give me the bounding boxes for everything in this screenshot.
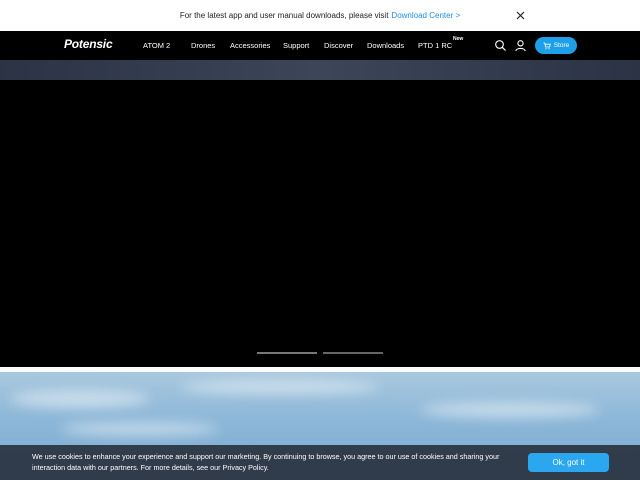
download-center-label: Download Center bbox=[391, 11, 454, 20]
cookie-banner: We use cookies to enhance your experienc… bbox=[0, 445, 640, 480]
hero-top-strip bbox=[0, 60, 640, 80]
user-icon[interactable] bbox=[514, 39, 527, 52]
store-button[interactable]: Store bbox=[535, 37, 577, 54]
announcement-text: For the latest app and user manual downl… bbox=[179, 11, 389, 20]
cart-icon bbox=[543, 42, 551, 49]
nav-item-accessories[interactable]: Accessories bbox=[230, 41, 270, 50]
announcement-bar: For the latest app and user manual downl… bbox=[0, 0, 640, 31]
close-icon[interactable] bbox=[515, 10, 526, 21]
search-icon[interactable] bbox=[494, 39, 507, 52]
nav-item-atom2[interactable]: ATOM 2 bbox=[143, 41, 170, 50]
slide-indicator-2[interactable] bbox=[323, 352, 383, 354]
link-arrow: > bbox=[455, 11, 461, 20]
nav-item-downloads[interactable]: Downloads bbox=[367, 41, 404, 50]
cookie-text: We use cookies to enhance your experienc… bbox=[32, 452, 500, 472]
new-badge: New bbox=[453, 36, 464, 42]
download-center-link[interactable]: Download Center > bbox=[391, 11, 460, 20]
hero-video[interactable] bbox=[0, 80, 640, 367]
accept-cookies-button[interactable]: Ok, got it bbox=[528, 453, 609, 472]
brand-logo[interactable]: Potensic bbox=[64, 37, 113, 51]
nav-item-discover[interactable]: Discover bbox=[324, 41, 353, 50]
nav-item-ptd1rc[interactable]: PTD 1 RC bbox=[418, 41, 452, 50]
main-nav: Potensic ATOM 2 Drones Accessories Suppo… bbox=[0, 31, 640, 60]
nav-item-support[interactable]: Support bbox=[283, 41, 309, 50]
nav-item-drones[interactable]: Drones bbox=[191, 41, 215, 50]
store-label: Store bbox=[553, 42, 570, 49]
slide-indicator-1[interactable] bbox=[257, 352, 317, 354]
